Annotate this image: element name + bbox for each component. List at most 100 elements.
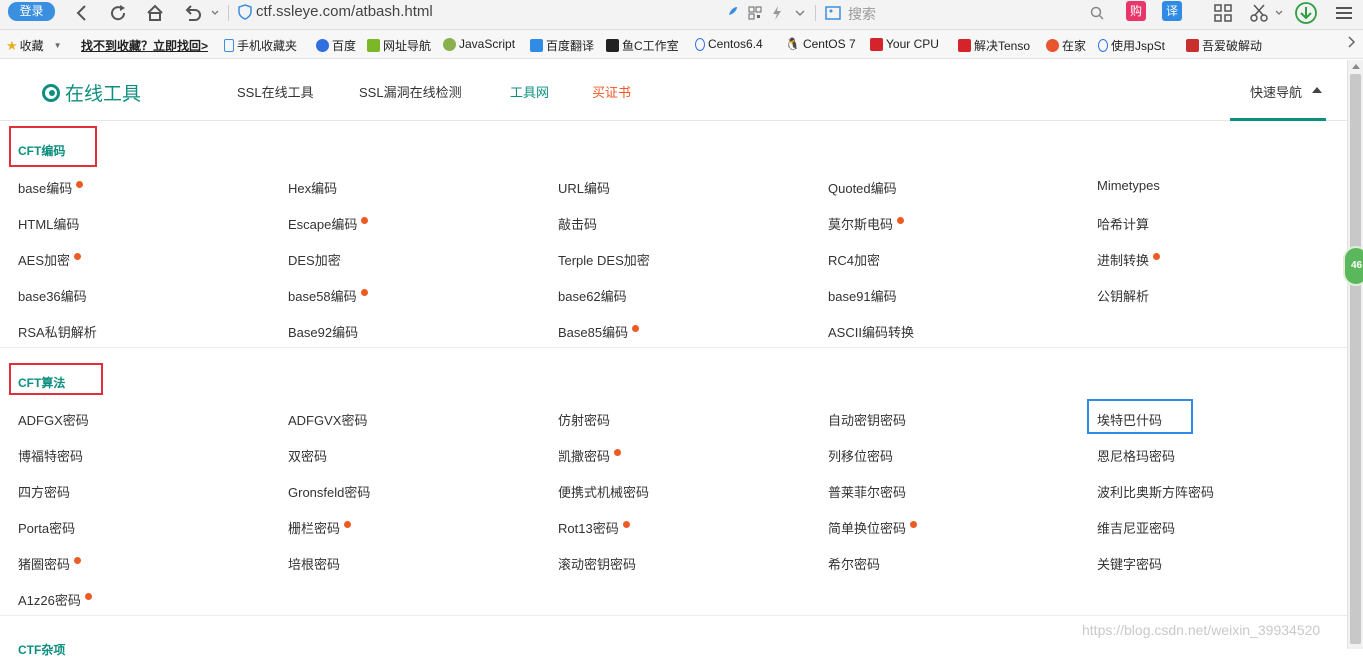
tool-link[interactable]: 希尔密码	[828, 554, 880, 573]
tool-link[interactable]: 波利比奥斯方阵密码	[1097, 482, 1214, 501]
tool-link[interactable]: Base92编码	[288, 322, 358, 341]
tool-label: RSA私钥解析	[18, 325, 97, 340]
tool-link[interactable]: Gronsfeld密码	[288, 482, 370, 501]
tool-link[interactable]: 培根密码	[288, 554, 340, 573]
scissors-icon[interactable]	[1248, 2, 1270, 24]
bookmark-item[interactable]: 百度翻译	[530, 37, 594, 54]
scrollbar-thumb[interactable]	[1350, 74, 1361, 644]
tool-link[interactable]: Base85编码	[558, 322, 640, 341]
tool-link[interactable]: URL编码	[558, 178, 610, 197]
bookmark-item[interactable]: 网址导航	[367, 37, 431, 54]
address-bar[interactable]: ctf.ssleye.com/atbash.html	[256, 3, 433, 20]
tool-link[interactable]: DES加密	[288, 250, 341, 269]
tool-link[interactable]: 列移位密码	[828, 446, 893, 465]
bookmark-item[interactable]: 解决Tenso	[958, 37, 1030, 54]
undo-icon[interactable]	[182, 2, 204, 24]
menu-icon[interactable]	[1333, 2, 1355, 24]
tool-link[interactable]: HTML编码	[18, 214, 79, 233]
search-icon[interactable]	[1086, 2, 1108, 24]
login-button[interactable]: 登录	[8, 2, 55, 21]
tool-label: 普莱菲尔密码	[828, 485, 907, 500]
bookmarks-overflow-icon[interactable]	[1348, 36, 1356, 48]
bookmark-item[interactable]: 🐧 CentOS 7	[785, 37, 856, 51]
tool-link[interactable]: Terple DES加密	[558, 250, 650, 269]
tool-link[interactable]: 维吉尼亚密码	[1097, 518, 1175, 537]
bookmark-item[interactable]: JavaScript	[443, 37, 515, 51]
tool-link[interactable]: 关键字密码	[1097, 554, 1162, 573]
bookmark-item[interactable]: 百度	[316, 37, 356, 54]
shopping-icon[interactable]: 购	[1126, 1, 1146, 21]
tool-link[interactable]: RSA私钥解析	[18, 322, 97, 341]
tool-link[interactable]: 栅栏密码	[288, 518, 352, 537]
favorites-button[interactable]: ★ 收藏 ▼	[6, 37, 62, 54]
scissors-dropdown-icon[interactable]	[1268, 2, 1290, 24]
bookmark-item[interactable]: Centos6.4	[695, 37, 763, 51]
nav-ssl-tools[interactable]: SSL在线工具	[237, 82, 314, 101]
hot-dot-icon	[76, 181, 84, 188]
tool-link[interactable]: ADFGVX密码	[288, 410, 367, 429]
bookmark-item[interactable]: 使用JspSt	[1098, 37, 1165, 54]
tool-link[interactable]: 凯撒密码	[558, 446, 622, 465]
nav-buy-cert[interactable]: 买证书	[592, 82, 631, 101]
tool-link[interactable]: base编码	[18, 178, 84, 197]
home-icon[interactable]	[144, 2, 166, 24]
rocket-icon[interactable]	[720, 2, 742, 24]
tool-link[interactable]: 哈希计算	[1097, 214, 1149, 233]
tool-link[interactable]: ADFGX密码	[18, 410, 89, 429]
tool-link[interactable]: Porta密码	[18, 518, 75, 537]
tool-link[interactable]: AES加密	[18, 250, 82, 269]
tool-link[interactable]: 猪圈密码	[18, 554, 82, 573]
tool-link[interactable]: 仿射密码	[558, 410, 610, 429]
tool-link[interactable]: base58编码	[288, 286, 368, 305]
qrcode-icon[interactable]	[744, 2, 766, 24]
tool-link[interactable]: 普莱菲尔密码	[828, 482, 906, 501]
vertical-scrollbar[interactable]	[1347, 60, 1363, 649]
tool-link[interactable]: Hex编码	[288, 178, 337, 197]
tool-link[interactable]: 便携式机械密码	[558, 482, 649, 501]
undo-dropdown-icon[interactable]	[204, 2, 226, 24]
tool-link[interactable]: Quoted编码	[828, 178, 897, 197]
tool-link[interactable]: 莫尔斯电码	[828, 214, 905, 233]
back-icon[interactable]	[70, 2, 92, 24]
nav-ssl-vuln-check[interactable]: SSL漏洞在线检测	[359, 82, 462, 101]
bookmark-item[interactable]: Your CPU	[870, 37, 939, 51]
tool-link[interactable]: 四方密码	[18, 482, 70, 501]
quick-nav-button[interactable]: 快速导航	[1230, 60, 1326, 121]
tool-link[interactable]: 埃特巴什码	[1097, 410, 1162, 429]
tool-link[interactable]: 恩尼格玛密码	[1097, 446, 1175, 465]
bookmark-item[interactable]: 鱼C工作室	[606, 37, 679, 54]
translate-icon[interactable]: 译	[1162, 1, 1182, 21]
floating-counter-badge[interactable]: 46	[1343, 246, 1363, 286]
bookmark-item[interactable]: 在家	[1046, 37, 1086, 54]
recover-favorites-link[interactable]: 找不到收藏？立即找回>	[81, 37, 208, 54]
bookmark-item[interactable]: 吾爱破解动	[1186, 37, 1262, 54]
site-logo[interactable]: 在线工具	[42, 79, 141, 106]
scroll-up-arrow-icon[interactable]	[1352, 64, 1360, 69]
tool-link[interactable]: 简单换位密码	[828, 518, 918, 537]
url-dropdown-icon[interactable]	[789, 2, 811, 24]
tool-link[interactable]: base91编码	[828, 286, 897, 305]
tool-link[interactable]: A1z26密码	[18, 590, 92, 609]
tool-link[interactable]: 自动密钥密码	[828, 410, 906, 429]
bookmark-item[interactable]: 手机收藏夹	[224, 37, 297, 54]
tool-link[interactable]: 滚动密钥密码	[558, 554, 636, 573]
nav-tools-site[interactable]: 工具网	[510, 82, 549, 101]
tool-link[interactable]: base62编码	[558, 286, 627, 305]
tool-link[interactable]: ASCII编码转换	[828, 322, 914, 341]
tool-link[interactable]: Mimetypes	[1097, 178, 1160, 193]
tool-link[interactable]: base36编码	[18, 286, 87, 305]
download-icon[interactable]	[1295, 2, 1317, 24]
tool-link[interactable]: RC4加密	[828, 250, 880, 269]
tool-link[interactable]: 进制转换	[1097, 250, 1161, 269]
tool-link[interactable]: Escape编码	[288, 214, 369, 233]
tool-link[interactable]: Rot13密码	[558, 518, 630, 537]
search-input[interactable]: 搜索	[848, 4, 876, 24]
csdn-icon	[958, 39, 971, 52]
lightning-icon[interactable]	[766, 2, 788, 24]
tool-link[interactable]: 公钥解析	[1097, 286, 1149, 305]
refresh-icon[interactable]	[107, 2, 129, 24]
tool-link[interactable]: 敲击码	[558, 214, 597, 233]
tool-link[interactable]: 双密码	[288, 446, 327, 465]
apps-icon[interactable]	[1212, 2, 1234, 24]
tool-link[interactable]: 博福特密码	[18, 446, 83, 465]
